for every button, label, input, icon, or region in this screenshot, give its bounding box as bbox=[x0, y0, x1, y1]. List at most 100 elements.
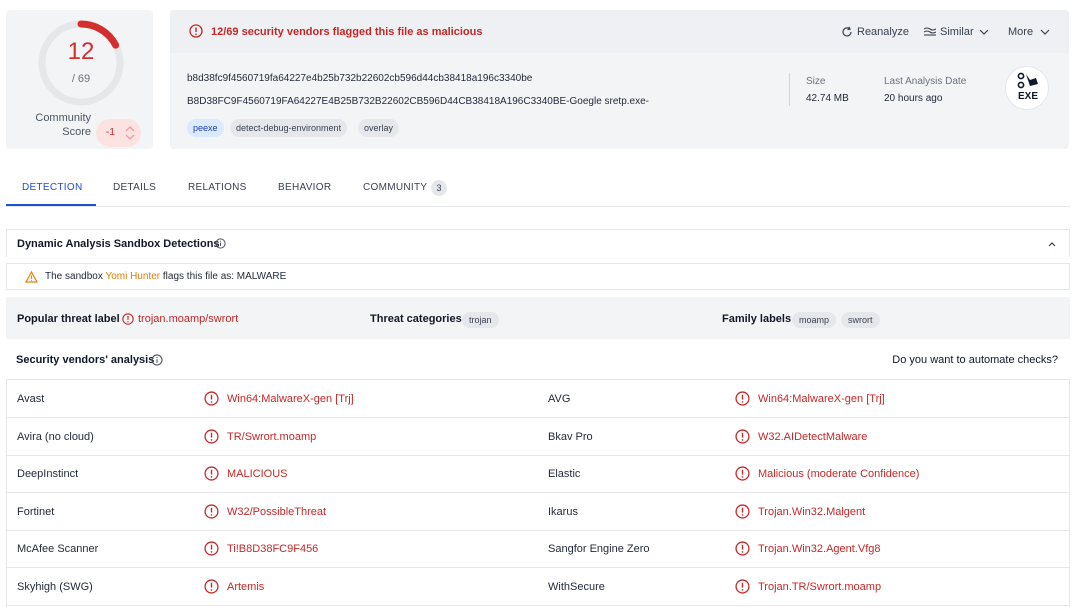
alert-circle-icon bbox=[189, 24, 203, 38]
vendor-row: Avast Win64:MalwareX-gen [Trj] AVG Win64:Ma… bbox=[7, 380, 1069, 418]
vendor-result: Malicious (moderate Confidence) bbox=[758, 468, 920, 481]
vendor-row: Avira (no cloud) TR/Swrort.moamp Bkav Pro W… bbox=[7, 418, 1069, 456]
last-analysis-value: 20 hours ago bbox=[884, 93, 943, 104]
info-icon[interactable] bbox=[215, 238, 226, 249]
sandbox-verdict-prefix: The sandbox bbox=[45, 271, 103, 282]
vendor-result: Trojan.TR/Swrort.moamp bbox=[758, 581, 882, 593]
warning-triangle-icon bbox=[25, 271, 38, 283]
vendor-row: Fortinet W32/PossibleThreat Ikarus Trojan.W… bbox=[7, 493, 1069, 531]
alert-circle-icon bbox=[204, 579, 219, 594]
sandbox-verdict-row: The sandbox Yomi Hunter flags this file … bbox=[6, 263, 1070, 290]
vendor-result: Trojan.Win32.Agent.Vfg8 bbox=[758, 543, 881, 556]
vendor-name: Fortinet bbox=[17, 505, 55, 518]
threat-category-chip[interactable]: trojan bbox=[462, 312, 499, 328]
vendor-name: Bkav Pro bbox=[548, 430, 593, 443]
alert-circle-icon bbox=[204, 429, 219, 444]
community-score-label-line2: Score bbox=[62, 126, 91, 138]
alert-circle-icon bbox=[735, 429, 750, 444]
file-type-text: EXE bbox=[1017, 91, 1038, 102]
vendor-result: W32.AIDetectMalware bbox=[758, 430, 868, 443]
active-tab-indicator bbox=[6, 204, 96, 206]
vendors-table: Avast Win64:MalwareX-gen [Trj] AVG Win64:Ma… bbox=[6, 379, 1070, 607]
vendor-name: Sangfor Engine Zero bbox=[548, 543, 650, 556]
threat-labels-box: Popular threat label trojan.moamp/swrort… bbox=[6, 297, 1070, 339]
vendors-section-header: Security vendors' analysis Do you want t… bbox=[6, 345, 1070, 375]
chevron-down-icon bbox=[979, 29, 989, 35]
chevron-down-icon bbox=[1040, 29, 1050, 35]
vendor-result: Trojan.Win32.Malgent bbox=[758, 505, 866, 518]
alert-circle-icon bbox=[735, 541, 750, 556]
vendor-result: Win64:MalwareX-gen [Trj] bbox=[227, 393, 354, 405]
vendor-name: AVG bbox=[548, 393, 571, 405]
vendor-name: DeepInstinct bbox=[17, 468, 79, 481]
popular-threat-value[interactable]: trojan.moamp/swrort bbox=[138, 313, 238, 325]
alert-circle-icon bbox=[204, 466, 219, 481]
refresh-icon bbox=[842, 26, 852, 37]
community-score-label: Community Score bbox=[16, 111, 91, 139]
automate-checks-link[interactable]: Do you want to automate checks? bbox=[892, 354, 1058, 366]
vendor-name: Avast bbox=[17, 393, 45, 405]
family-label-chip[interactable]: moamp bbox=[792, 312, 837, 328]
tabs-divider bbox=[6, 206, 1070, 207]
family-label-chip[interactable]: swrort bbox=[841, 312, 880, 328]
tab-community[interactable]: COMMUNITY bbox=[363, 182, 427, 193]
reanalyze-button[interactable]: Reanalyze bbox=[841, 26, 909, 38]
alert-circle-icon bbox=[735, 391, 750, 406]
tab-behavior[interactable]: BEHAVIOR bbox=[278, 182, 331, 193]
vendor-result: Win64:MalwareX-gen [Trj] bbox=[758, 393, 885, 405]
vendors-section-title: Security vendors' analysis bbox=[16, 354, 155, 366]
detections-total: / 69 bbox=[71, 73, 91, 85]
more-label: More bbox=[1008, 26, 1034, 38]
community-count-badge: 3 bbox=[431, 180, 447, 196]
vendor-name: Skyhigh (SWG) bbox=[17, 581, 93, 593]
size-label: Size bbox=[806, 76, 826, 87]
tab-detection[interactable]: DETECTION bbox=[22, 182, 82, 193]
alert-circle-icon bbox=[122, 313, 134, 325]
alert-circle-icon bbox=[735, 466, 750, 481]
vote-arrows-icon[interactable] bbox=[125, 124, 135, 142]
alert-circle-icon bbox=[204, 391, 219, 406]
sandbox-section-header[interactable]: Dynamic Analysis Sandbox Detections bbox=[6, 229, 1070, 257]
tag-overlay[interactable]: overlay bbox=[358, 119, 400, 137]
detection-score-card: 12 / 69 Community Score -1 bbox=[6, 10, 153, 149]
info-icon[interactable] bbox=[151, 354, 163, 366]
vendor-result: W32/PossibleThreat bbox=[227, 505, 327, 518]
file-header-card: 12/69 security vendors flagged this file… bbox=[170, 10, 1069, 149]
family-labels-label: Family labels bbox=[722, 313, 792, 325]
reanalyze-label: Reanalyze bbox=[857, 26, 909, 38]
alert-circle-icon bbox=[735, 504, 750, 519]
alert-circle-icon bbox=[735, 579, 750, 594]
vendor-row: Skyhigh (SWG) Artemis WithSecure Trojan.TR/… bbox=[7, 568, 1069, 606]
threat-categories-label: Threat categories bbox=[370, 313, 462, 325]
sandbox-verdict-suffix: flags this file as: MALWARE bbox=[162, 271, 287, 282]
vendor-row: DeepInstinct MALICIOUS Elastic Malicious (m… bbox=[7, 455, 1069, 494]
detections-count: 12 bbox=[67, 38, 95, 65]
vendor-result: TR/Swrort.moamp bbox=[227, 430, 317, 443]
exe-file-icon bbox=[1017, 72, 1038, 89]
vendor-row: McAfee Scanner Ti!B8D38FC9F456 Sangfor Eng… bbox=[7, 530, 1069, 569]
file-name: B8D38FC9F4560719FA64227E4B25B732B22602CB… bbox=[187, 96, 649, 107]
vendor-result: Artemis bbox=[227, 581, 265, 593]
sandbox-name-link[interactable]: Yomi Hunter bbox=[105, 271, 160, 282]
more-button[interactable]: More bbox=[1008, 26, 1050, 38]
chevron-up-icon[interactable] bbox=[1047, 240, 1057, 248]
similar-label: Similar bbox=[940, 26, 974, 38]
alert-circle-icon bbox=[204, 504, 219, 519]
tab-relations[interactable]: RELATIONS bbox=[188, 182, 247, 193]
vendor-result: Ti!B8D38FC9F456 bbox=[227, 543, 319, 556]
file-sha256[interactable]: b8d38fc9f4560719fa64227e4b25b732b22602cb… bbox=[187, 73, 532, 84]
vendor-name: McAfee Scanner bbox=[17, 543, 99, 556]
sandbox-section-title: Dynamic Analysis Sandbox Detections bbox=[17, 238, 220, 250]
tag-detect-debug-environment[interactable]: detect-debug-environment bbox=[230, 119, 348, 137]
similar-button[interactable]: Similar bbox=[924, 26, 989, 38]
tag-peexe[interactable]: peexe bbox=[187, 119, 224, 137]
meta-divider bbox=[789, 73, 790, 106]
file-type-badge: EXE bbox=[1005, 66, 1049, 110]
vendor-name: WithSecure bbox=[548, 581, 605, 593]
sandbox-verdict-text: The sandbox Yomi Hunter flags this file … bbox=[45, 271, 286, 282]
vendor-name: Ikarus bbox=[548, 505, 578, 518]
community-score-label-line1: Community bbox=[35, 112, 91, 124]
tab-details[interactable]: DETAILS bbox=[113, 182, 156, 193]
vendor-name: Avira (no cloud) bbox=[17, 430, 94, 443]
similar-icon bbox=[924, 27, 936, 36]
